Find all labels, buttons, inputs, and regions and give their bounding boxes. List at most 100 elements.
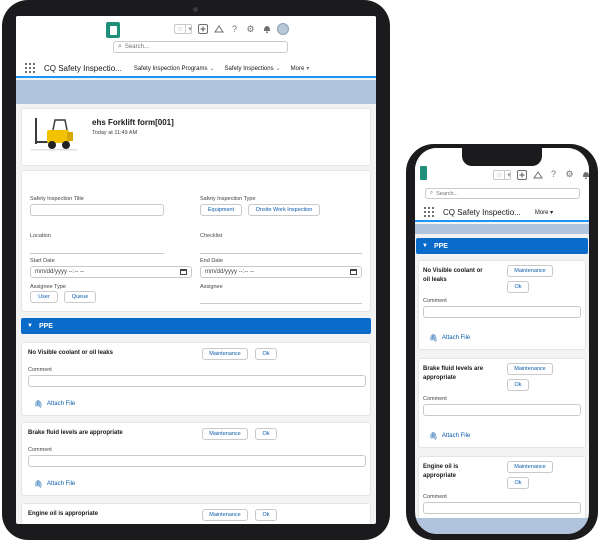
checklist-field[interactable] xyxy=(200,253,362,254)
comment-input[interactable] xyxy=(28,455,366,467)
maintenance-button[interactable]: Maintenance xyxy=(202,348,248,360)
chevron-down-icon: ▼ xyxy=(422,243,428,249)
attach-file-link[interactable]: 🖇 Attach File xyxy=(34,480,75,488)
paperclip-icon: 🖇 xyxy=(34,481,43,488)
attach-file-label: Attach File xyxy=(441,335,471,341)
favorites-star-icon[interactable]: ☆ ▾ xyxy=(493,169,511,180)
checklist-card: No Visible coolant or oil leaks Maintenan… xyxy=(418,260,586,350)
maintenance-button[interactable]: Maintenance xyxy=(202,428,248,440)
maintenance-button[interactable]: Maintenance xyxy=(507,461,553,473)
comment-label: Comment xyxy=(28,447,52,453)
page-footer-band xyxy=(415,518,589,534)
comment-label: Comment xyxy=(28,367,52,373)
checklist-question: Engine oil is appropriate xyxy=(423,464,459,479)
comment-input[interactable] xyxy=(28,375,366,387)
attach-file-label: Attach File xyxy=(441,433,471,439)
assignee-label: Assignee xyxy=(200,284,223,290)
assignee-field[interactable] xyxy=(200,303,362,304)
attach-file-link[interactable]: 🖇 Attach File xyxy=(429,334,470,342)
maintenance-button[interactable]: Maintenance xyxy=(202,509,248,521)
comment-input[interactable] xyxy=(423,306,581,318)
checklist-question: Engine oil is appropriate xyxy=(28,511,99,517)
search-icon: ⌕ xyxy=(118,43,122,50)
search-icon: ⌕ xyxy=(430,190,434,196)
safety-inspection-type-label: Safety Inspection Type xyxy=(200,196,256,202)
end-date-label: End Date xyxy=(200,258,223,264)
caret-down-icon[interactable]: ▾ xyxy=(550,210,553,216)
notification-bell-icon[interactable] xyxy=(261,24,272,35)
location-label: Location xyxy=(30,233,51,239)
checklist-question: No Visible coolant or oil leaks xyxy=(423,268,483,283)
ok-button[interactable]: Ok xyxy=(255,348,277,360)
comment-input[interactable] xyxy=(423,502,581,514)
app-name: CQ Safety Inspectio... xyxy=(443,207,521,217)
app-navigation-bar: CQ Safety Inspectio... Safety Inspection… xyxy=(16,60,376,78)
chevron-down-icon[interactable]: ⌄ xyxy=(276,66,281,72)
global-header: ☆ ▾ ? ⚙ ⌕ Search... CQ Safety Inspectio.… xyxy=(16,16,376,78)
paperclip-icon: 🖇 xyxy=(429,433,438,440)
help-icon[interactable]: ? xyxy=(548,169,559,180)
app-logo-icon xyxy=(420,166,427,180)
app-name: CQ Safety Inspectio... xyxy=(44,63,122,73)
comment-input[interactable] xyxy=(423,404,581,416)
checklist-label: Checklist xyxy=(200,233,223,239)
maintenance-button[interactable]: Maintenance xyxy=(507,265,553,277)
section-header-ppe[interactable]: ▼ PPE xyxy=(21,318,371,334)
section-title: PPE xyxy=(433,242,448,250)
search-placeholder: Search... xyxy=(436,190,459,197)
type-option-equipment[interactable]: Equipment xyxy=(200,204,242,216)
ok-button[interactable]: Ok xyxy=(255,509,277,521)
nav-more[interactable]: More ▾ xyxy=(535,209,553,216)
setup-gear-icon[interactable]: ⚙ xyxy=(245,24,256,35)
ok-button[interactable]: Ok xyxy=(255,428,277,440)
notification-bell-icon[interactable] xyxy=(580,169,589,180)
page-banner xyxy=(415,224,589,234)
safety-inspection-title-input[interactable] xyxy=(30,204,164,216)
chevron-down-icon[interactable]: ⌄ xyxy=(210,66,215,72)
calendar-icon[interactable] xyxy=(350,269,357,275)
section-header-ppe[interactable]: ▼ PPE xyxy=(416,238,588,254)
app-launcher-icon[interactable] xyxy=(424,207,434,217)
user-avatar[interactable] xyxy=(277,23,289,35)
checklist-card: Engine oil is appropriate Maintenance Ok … xyxy=(418,456,586,520)
app-logo-icon xyxy=(106,22,120,38)
favorites-star-icon[interactable]: ☆ ▾ xyxy=(174,24,192,34)
ok-button[interactable]: Ok xyxy=(507,281,529,293)
ok-button[interactable]: Ok xyxy=(507,477,529,489)
end-date-input[interactable]: mm/dd/yyyy --:-- -- xyxy=(200,266,362,278)
comment-label: Comment xyxy=(423,494,447,500)
forklift-image xyxy=(27,114,83,154)
attach-file-label: Attach File xyxy=(46,401,76,407)
assignee-type-queue[interactable]: Queue xyxy=(64,291,96,303)
safety-inspection-title-label: Safety Inspection Title xyxy=(30,196,84,202)
assignee-type-user[interactable]: User xyxy=(30,291,58,303)
start-date-label: Start Date xyxy=(30,258,55,264)
maintenance-button[interactable]: Maintenance xyxy=(507,363,553,375)
comment-label: Comment xyxy=(423,396,447,402)
section-title: PPE xyxy=(38,322,53,330)
location-field[interactable] xyxy=(30,253,164,254)
global-search-input[interactable]: ⌕ Search... xyxy=(425,188,580,199)
caret-down-icon[interactable]: ▾ xyxy=(306,66,309,72)
attach-file-label: Attach File xyxy=(46,481,76,487)
phone-notch xyxy=(462,148,542,166)
setup-gear-icon[interactable]: ⚙ xyxy=(564,169,575,180)
nav-tab-safety-inspection-programs[interactable]: Safety Inspection Programs ⌄ xyxy=(134,65,215,72)
trailhead-icon[interactable] xyxy=(213,24,224,35)
global-add-icon[interactable] xyxy=(516,169,527,180)
ok-button[interactable]: Ok xyxy=(507,379,529,391)
nav-more[interactable]: More ▾ xyxy=(291,65,310,72)
calendar-icon[interactable] xyxy=(180,269,187,275)
attach-file-link[interactable]: 🖇 Attach File xyxy=(429,432,470,440)
attach-file-link[interactable]: 🖇 Attach File xyxy=(34,400,75,408)
paperclip-icon: 🖇 xyxy=(429,335,438,342)
nav-tab-safety-inspections[interactable]: Safety Inspections ⌄ xyxy=(225,65,281,72)
app-launcher-icon[interactable] xyxy=(25,63,35,73)
trailhead-icon[interactable] xyxy=(532,169,543,180)
type-option-onsite-work-inspection[interactable]: Onsite Work Inspection xyxy=(248,204,320,216)
global-search-input[interactable]: ⌕ Search... xyxy=(113,41,288,53)
header-utility-icons: ☆ ▾ ? ⚙ xyxy=(493,169,589,180)
global-add-icon[interactable] xyxy=(197,24,208,35)
help-icon[interactable]: ? xyxy=(229,24,240,35)
start-date-input[interactable]: mm/dd/yyyy --:-- -- xyxy=(30,266,192,278)
